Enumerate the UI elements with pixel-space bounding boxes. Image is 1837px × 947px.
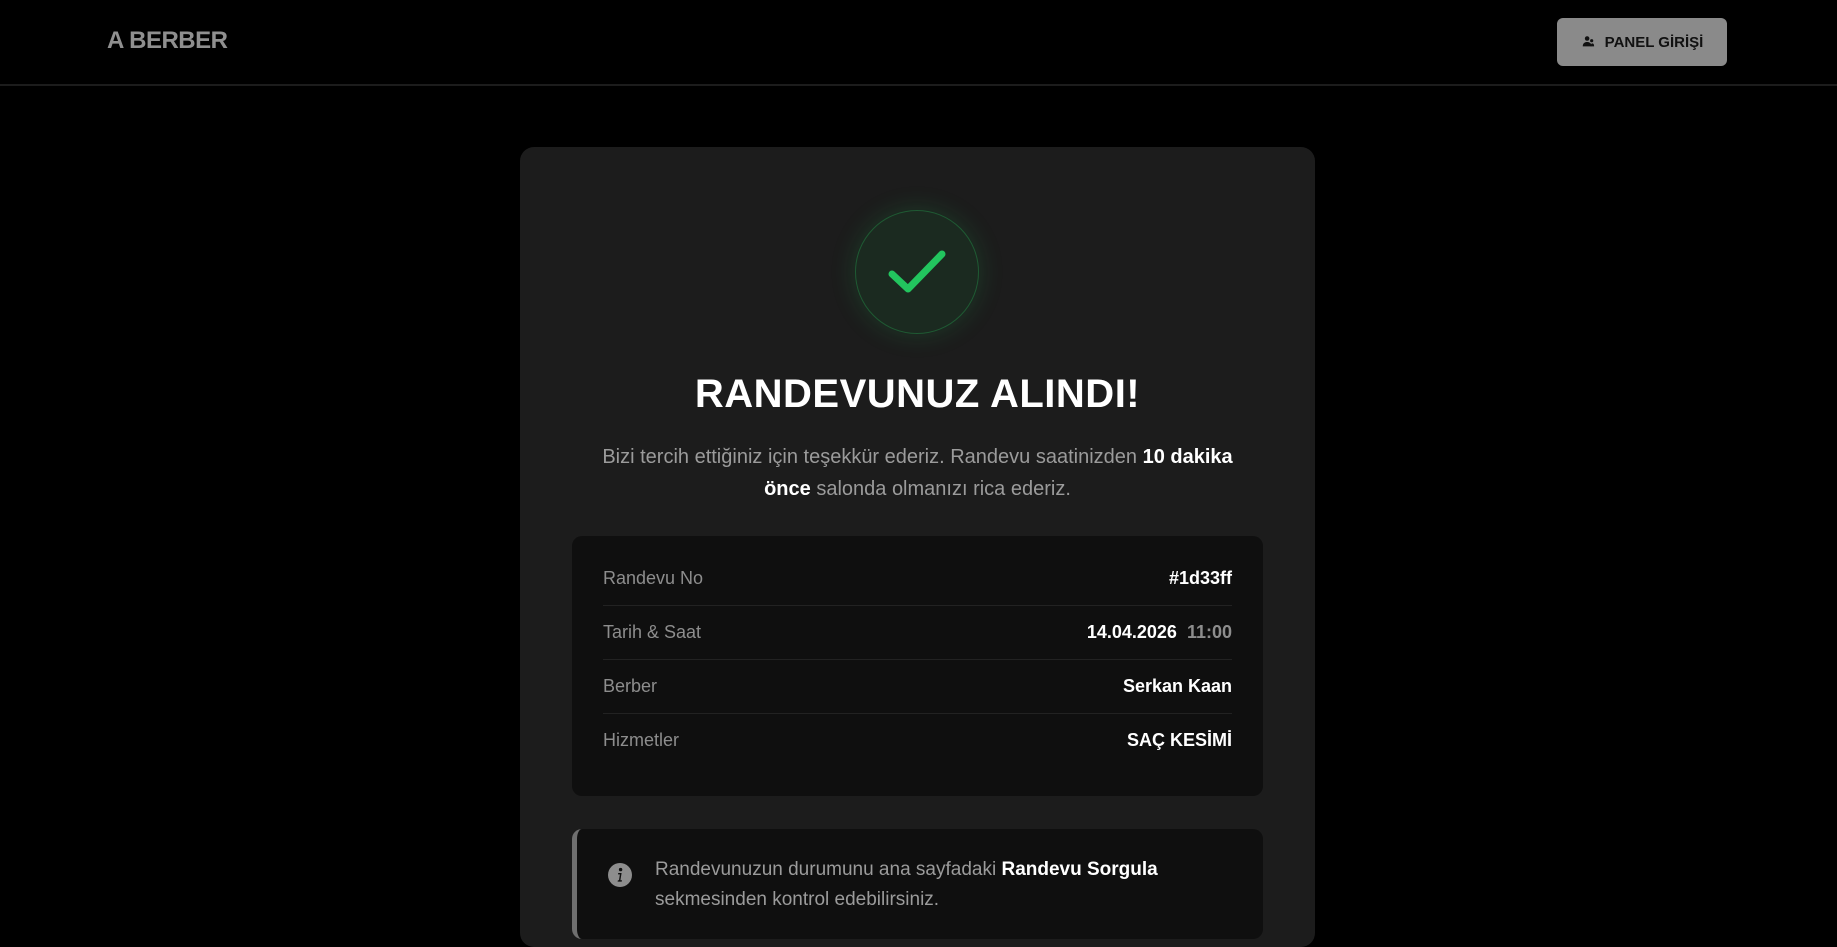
detail-row-services: Hizmetler SAÇ KESİMİ [603, 714, 1232, 767]
appointment-number: #1d33ff [1168, 568, 1232, 588]
detail-label: Randevu No [603, 568, 704, 588]
top-bar: A BERBER PANEL GİRİŞİ [0, 0, 1837, 86]
appointment-date: 14.04.2026 [1086, 622, 1177, 642]
confirmation-card: RANDEVUNUZ ALINDI! Bizi tercih ettiğiniz… [520, 147, 1315, 947]
detail-row-appointment-no: Randevu No #1d33ff [603, 552, 1232, 606]
info-text-start: Randevunuzun durumunu ana sayfadaki [655, 859, 1002, 880]
services-value: SAÇ KESİMİ [1126, 730, 1232, 750]
panel-login-label: PANEL GİRİŞİ [1604, 33, 1704, 51]
appointment-details: Randevu No #1d33ff Tarih & Saat 14.04.20… [572, 536, 1263, 796]
logo[interactable]: A BERBER [107, 27, 228, 55]
check-icon [888, 250, 946, 293]
appointment-time: 11:00 [1186, 622, 1232, 642]
detail-label: Hizmetler [603, 730, 680, 750]
info-text: Randevunuzun durumunu ana sayfadaki Rand… [655, 855, 1235, 915]
barber-name: Serkan Kaan [1122, 676, 1232, 696]
query-link-text[interactable]: Randevu Sorgula [1001, 859, 1157, 880]
panel-login-button[interactable]: PANEL GİRİŞİ [1557, 18, 1727, 66]
appointment-date-time: 14.04.2026 11:00 [1087, 622, 1232, 643]
detail-row-date-time: Tarih & Saat 14.04.2026 11:00 [603, 606, 1232, 660]
detail-row-barber: Berber Serkan Kaan [603, 660, 1232, 714]
subtitle-text-end: salonda olmanızı rica ederiz. [810, 478, 1071, 500]
confirmation-subtitle: Bizi tercih ettiğiniz için teşekkür eder… [590, 441, 1245, 505]
user-group-icon [1582, 36, 1594, 47]
detail-label: Berber [603, 676, 658, 696]
confirmation-title: RANDEVUNUZ ALINDI! [694, 372, 1141, 416]
subtitle-text-start: Bizi tercih ettiğiniz için teşekkür eder… [602, 446, 1143, 468]
info-icon [608, 863, 632, 887]
detail-label: Tarih & Saat [603, 622, 702, 642]
info-text-end: sekmesinden kontrol edebilirsiniz. [655, 889, 940, 910]
success-badge [855, 210, 979, 334]
